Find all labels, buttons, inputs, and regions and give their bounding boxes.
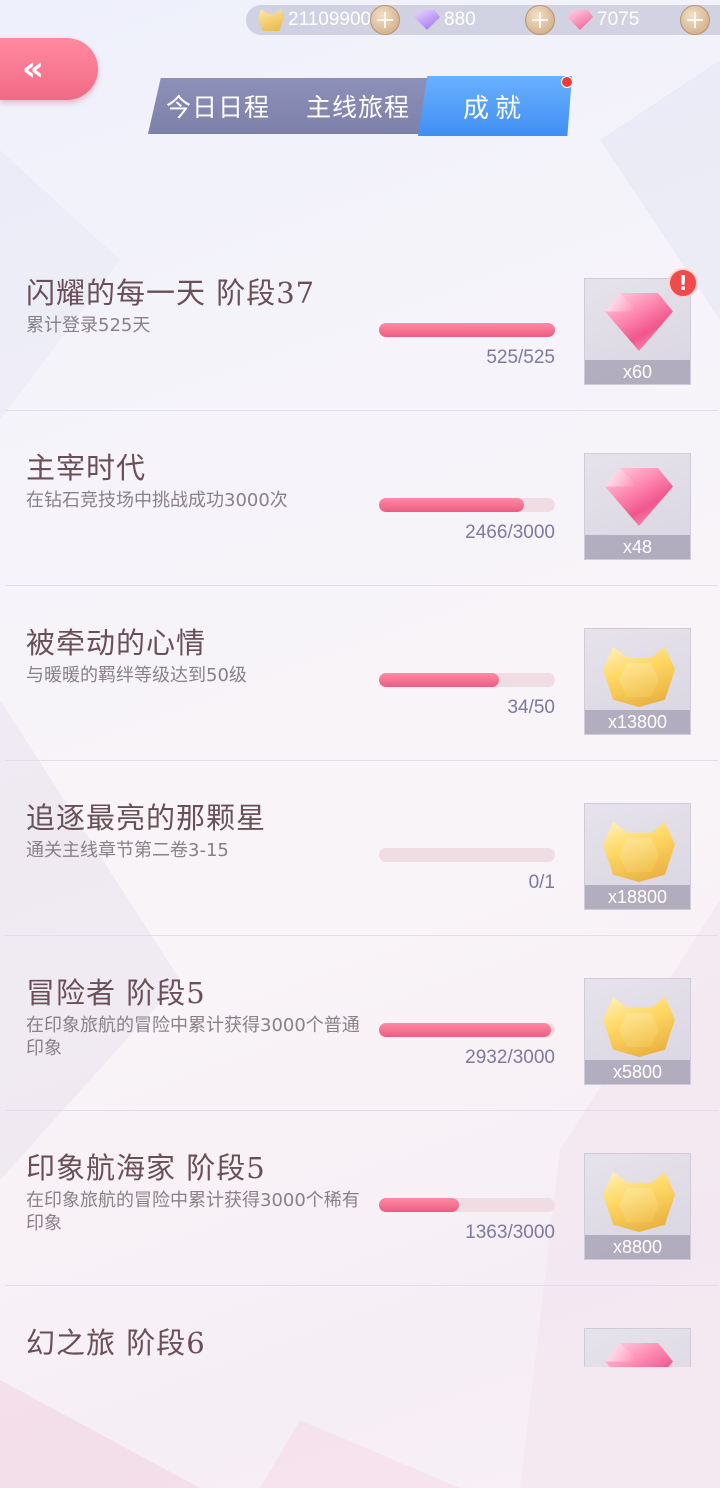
progress-bar — [379, 848, 555, 862]
pink-gem-icon — [567, 10, 593, 30]
achievement-title: 幻之旅 阶段6 — [26, 1326, 206, 1360]
pink-gem-currency: 7075 — [567, 5, 639, 35]
progress-bar-fill — [379, 1023, 551, 1037]
progress-bar-fill — [379, 498, 524, 512]
reward-count: x13800 — [585, 710, 690, 734]
progress-bar — [379, 673, 555, 687]
achievement-title: 主宰时代 — [26, 451, 147, 485]
progress-count: 1363/3000 — [465, 1222, 555, 1243]
achievement-title: 印象航海家 阶段5 — [26, 1151, 266, 1185]
progress-bar — [379, 1198, 555, 1212]
gold-amount: 21109900 — [288, 9, 372, 30]
pink-gem-amount: 7075 — [597, 9, 640, 30]
achievement-title: 被牵动的心情 — [26, 626, 207, 660]
reward-count: x5800 — [585, 1060, 690, 1084]
achievement-row: 冒险者 阶段5 在印象旅航的冒险中累计获得3000个普通印象 2932/3000… — [0, 936, 720, 1111]
coin-highlight — [619, 663, 659, 697]
achievement-description: 在印象旅航的冒险中累计获得3000个稀有印象 — [26, 1190, 360, 1234]
progress-count: 525/525 — [486, 347, 555, 368]
add-purple-gem-button[interactable] — [525, 5, 555, 35]
progress-bar — [379, 498, 555, 512]
achievement-description: 在印象旅航的冒险中累计获得3000个普通印象 — [26, 1015, 360, 1059]
achievement-description: 通关主线章节第二卷3-15 — [26, 840, 229, 861]
achievement-description: 累计登录525天 — [26, 315, 151, 336]
achievement-list[interactable]: 闪耀的每一天 阶段37 累计登录525天 525/525 x60 主宰时代 在钻… — [0, 236, 720, 1367]
reward-count: x60 — [585, 360, 690, 384]
reward-gem-button[interactable] — [584, 1328, 691, 1367]
progress-bar — [379, 1023, 555, 1037]
coin-highlight — [619, 838, 659, 872]
back-button[interactable]: « — [0, 38, 98, 100]
achievement-row: 被牵动的心情 与暖暖的羁绊等级达到50级 34/50 x13800 — [0, 586, 720, 761]
progress-bar-fill — [379, 323, 555, 337]
achievement-row: 主宰时代 在钻石竞技场中挑战成功3000次 2466/3000 x48 — [0, 411, 720, 586]
reward-coin-button[interactable]: x8800 — [584, 1153, 691, 1260]
reward-coin-button[interactable]: x13800 — [584, 628, 691, 735]
purple-gem-icon — [414, 10, 440, 30]
progress-bar-fill — [379, 1198, 459, 1212]
achievement-row: 追逐最亮的那颗星 通关主线章节第二卷3-15 0/1 x18800 — [0, 761, 720, 936]
exclamation-alert-icon: ! — [668, 268, 698, 298]
coin-highlight — [619, 1013, 659, 1047]
achievement-title: 闪耀的每一天 阶段37 — [26, 276, 316, 310]
achievement-description: 在钻石竞技场中挑战成功3000次 — [26, 490, 288, 511]
reward-count: x8800 — [585, 1235, 690, 1259]
reward-gem-button[interactable]: x48 — [584, 453, 691, 560]
progress-bar — [379, 323, 555, 337]
gold-cat-coin-icon — [258, 9, 284, 31]
tab-daily-schedule[interactable]: 今日日程 — [158, 78, 278, 134]
achievement-row: 印象航海家 阶段5 在印象旅航的冒险中累计获得3000个稀有印象 1363/30… — [0, 1111, 720, 1286]
coin-highlight — [619, 1188, 659, 1222]
achievement-description: 与暖暖的羁绊等级达到50级 — [26, 665, 247, 686]
progress-count: 34/50 — [507, 697, 555, 718]
tab-main-journey[interactable]: 主线旅程 — [298, 78, 418, 134]
reward-count: x18800 — [585, 885, 690, 909]
add-pink-gem-button[interactable] — [680, 5, 710, 35]
progress-bar-fill — [379, 673, 499, 687]
progress-count: 2932/3000 — [465, 1047, 555, 1068]
purple-gem-currency: 880 — [414, 5, 476, 35]
achievement-title: 冒险者 阶段5 — [26, 976, 206, 1010]
reward-coin-button[interactable]: x18800 — [584, 803, 691, 910]
reward-coin-button[interactable]: x5800 — [584, 978, 691, 1085]
achievement-title: 追逐最亮的那颗星 — [26, 801, 267, 835]
achievement-row: 幻之旅 阶段6 — [0, 1286, 720, 1367]
gold-currency: 21109900 — [258, 5, 371, 35]
achievement-row: 闪耀的每一天 阶段37 累计登录525天 525/525 x60 — [0, 236, 720, 411]
tab-achievements[interactable]: 成就 — [418, 76, 572, 136]
add-gold-button[interactable] — [370, 5, 400, 35]
notification-dot — [561, 76, 573, 88]
progress-count: 2466/3000 — [465, 522, 555, 543]
purple-gem-amount: 880 — [444, 9, 476, 30]
back-arrow-icon: « — [22, 49, 44, 89]
reward-count: x48 — [585, 535, 690, 559]
progress-count: 0/1 — [528, 872, 555, 893]
